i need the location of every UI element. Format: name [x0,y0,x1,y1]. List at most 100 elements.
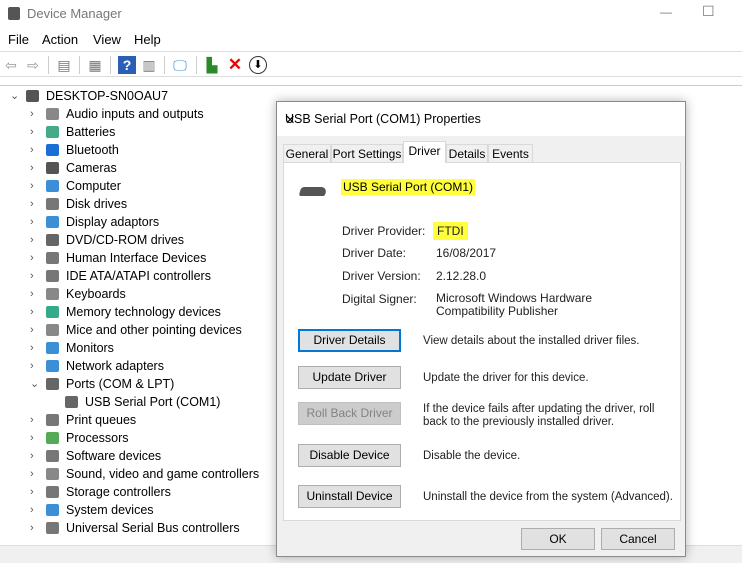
driver-provider-value: FTDI [433,222,468,240]
chevron-right-icon[interactable]: › [30,267,42,285]
tree-item-label: Sound, video and game controllers [66,467,260,481]
chevron-right-icon[interactable]: › [30,321,42,339]
chevron-right-icon[interactable]: › [30,483,42,501]
tree-item-label: Display adaptors [66,215,160,229]
chevron-right-icon[interactable]: › [30,501,42,519]
update-driver-desc: Update the driver for this device. [423,372,589,384]
tab-details[interactable]: Details [446,144,488,163]
device-category-icon [46,108,59,120]
update-driver-icon[interactable]: ▙ [203,56,221,74]
tab-port-settings[interactable]: Port Settings [331,144,403,163]
device-category-icon [65,396,78,408]
toolbar: ⇦ ⇨ ▤ ▦ ? ▥ 🖵 ▙ ✕ ⬇ [0,51,742,77]
menu-bar: File Action View Help [0,28,742,50]
device-category-icon [46,306,59,318]
tab-events[interactable]: Events [488,144,533,163]
chevron-right-icon[interactable]: › [30,249,42,267]
disable-device-desc: Disable the device. [423,450,521,462]
tree-item-label: Human Interface Devices [66,251,207,265]
device-category-icon [46,288,59,300]
chevron-right-icon[interactable]: › [30,339,42,357]
download-icon[interactable]: ⬇ [249,56,267,74]
device-name: USB Serial Port (COM1) [341,179,476,195]
tree-item-label: Processors [66,431,129,445]
tree-item-label: Bluetooth [66,143,119,157]
app-icon [8,7,20,20]
tree-item-label: USB Serial Port (COM1) [85,395,221,409]
menu-action[interactable]: Action [42,32,78,47]
menu-help[interactable]: Help [134,32,161,47]
device-category-icon [46,450,59,462]
minimize-button[interactable]: — [660,5,672,19]
driver-details-button[interactable]: Driver Details [298,329,401,352]
tree-item-label: Computer [66,179,121,193]
driver-provider-label: Driver Provider: [342,224,426,238]
device-category-icon [46,180,59,192]
properties-icon[interactable]: ▦ [86,56,104,74]
tree-item-label: DVD/CD-ROM drives [66,233,185,247]
driver-date-label: Driver Date: [342,246,407,260]
forward-icon[interactable]: ⇨ [24,56,42,74]
scan-hardware-icon[interactable]: 🖵 [171,56,189,74]
tree-item-label: System devices [66,503,154,517]
tree-item-label: Mice and other pointing devices [66,323,242,337]
chevron-right-icon[interactable]: › [30,159,42,177]
driver-version-value: 2.12.28.0 [436,269,487,283]
ok-button[interactable]: OK [521,528,595,550]
roll-back-driver-button[interactable]: Roll Back Driver [298,402,401,425]
tree-item-label: Print queues [66,413,137,427]
driver-details-desc: View details about the installed driver … [423,335,640,347]
chevron-right-icon[interactable]: › [30,177,42,195]
action-pane-icon[interactable]: ▥ [140,56,158,74]
update-driver-button[interactable]: Update Driver [298,366,401,389]
device-category-icon [46,126,59,138]
device-category-icon [46,270,59,282]
cancel-button[interactable]: Cancel [601,528,675,550]
device-category-icon [26,90,39,102]
show-hide-console-icon[interactable]: ▤ [55,56,73,74]
chevron-down-icon[interactable]: ⌄ [30,375,42,393]
help-icon[interactable]: ? [118,56,136,74]
tree-item-label: DESKTOP-SN0OAU7 [46,89,169,103]
tab-driver[interactable]: Driver [403,141,446,163]
device-category-icon [46,252,59,264]
tree-item-label: Keyboards [66,287,126,301]
chevron-right-icon[interactable]: › [30,123,42,141]
chevron-right-icon[interactable]: › [30,429,42,447]
dialog-title-bar: USB Serial Port (COM1) Properties ✕ [277,102,685,136]
chevron-right-icon[interactable]: › [30,141,42,159]
device-category-icon [46,522,59,534]
digital-signer-label: Digital Signer: [342,292,417,306]
tree-item-label: Cameras [66,161,117,175]
uninstall-device-button[interactable]: Uninstall Device [298,485,401,508]
menu-view[interactable]: View [93,32,121,47]
chevron-right-icon[interactable]: › [30,303,42,321]
device-category-icon [46,234,59,246]
menu-file[interactable]: File [8,32,29,47]
chevron-right-icon[interactable]: › [30,465,42,483]
tree-item-label: IDE ATA/ATAPI controllers [66,269,211,283]
maximize-button[interactable]: ☐ [702,3,715,20]
chevron-right-icon[interactable]: › [30,213,42,231]
driver-panel: USB Serial Port (COM1) Driver Provider: … [283,162,681,521]
tab-general[interactable]: General [283,144,331,163]
back-icon[interactable]: ⇦ [2,56,20,74]
chevron-right-icon[interactable]: › [30,357,42,375]
tree-item-label: Storage controllers [66,485,171,499]
driver-version-label: Driver Version: [342,269,421,283]
chevron-right-icon[interactable]: › [30,411,42,429]
chevron-right-icon[interactable]: › [30,447,42,465]
device-category-icon [46,216,59,228]
chevron-right-icon[interactable]: › [30,195,42,213]
close-icon[interactable]: ✕ [285,112,675,127]
chevron-right-icon[interactable]: › [30,105,42,123]
properties-dialog: USB Serial Port (COM1) Properties ✕ Gene… [276,101,686,557]
title-bar: Device Manager — ☐ [0,0,742,28]
uninstall-icon[interactable]: ✕ [226,56,244,74]
chevron-right-icon[interactable]: › [30,519,42,537]
chevron-right-icon[interactable]: › [30,285,42,303]
chevron-down-icon[interactable]: ⌄ [10,87,22,105]
tree-item-label: Ports (COM & LPT) [66,377,175,391]
chevron-right-icon[interactable]: › [30,231,42,249]
disable-device-button[interactable]: Disable Device [298,444,401,467]
